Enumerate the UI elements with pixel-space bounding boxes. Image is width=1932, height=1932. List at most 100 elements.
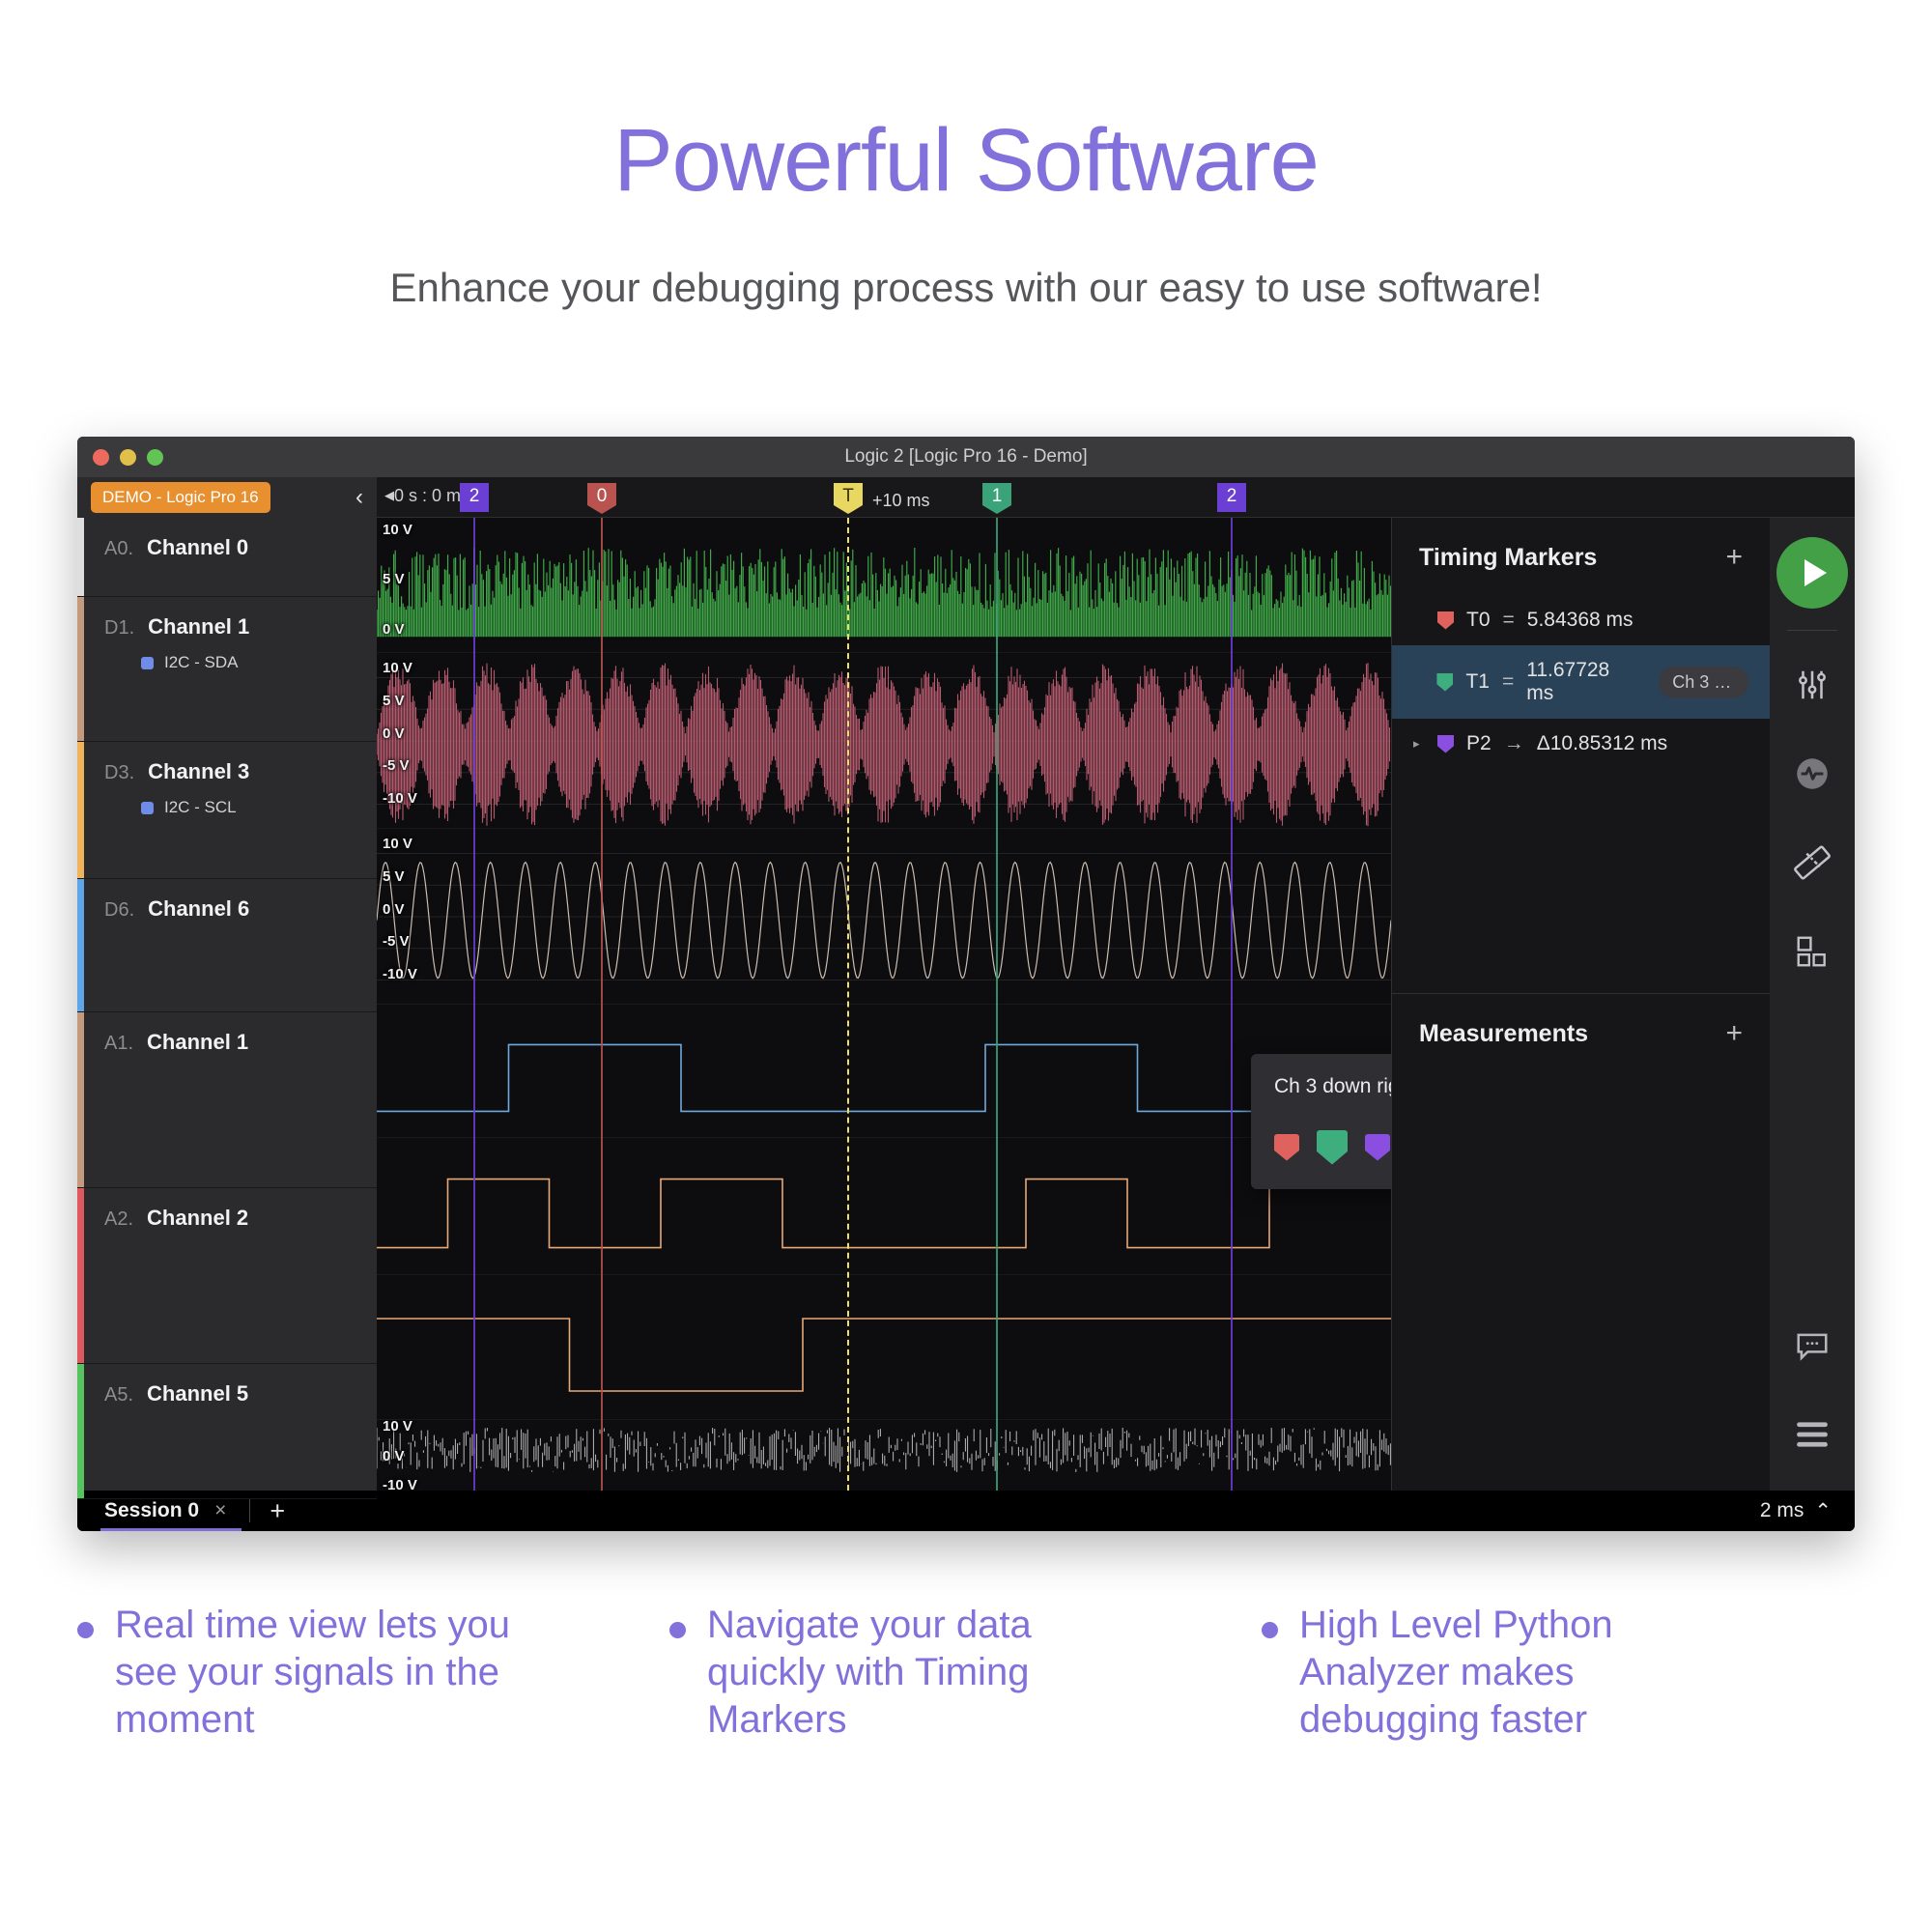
channel-row-6[interactable]: A5. Channel 5 [77, 1364, 377, 1499]
annotation-tooltip[interactable]: Ch 3 down right after trigger! [1251, 1054, 1391, 1189]
marker-note-chip[interactable]: Ch 3 d... [1659, 666, 1748, 698]
channel-row-1[interactable]: D1. Channel 1 I2C - SDA [77, 597, 377, 742]
annotation-text: Ch 3 down right after trigger! [1274, 1075, 1391, 1097]
add-measurement-button[interactable]: + [1725, 1019, 1743, 1048]
waveform-lane-6[interactable]: 10 V 5 V 0 V [377, 518, 1391, 653]
channel-name: Channel 1 [147, 1030, 249, 1054]
toolbar-row: DEMO - Logic Pro 16 ‹ ◀0 s : 0 ms +10 ms… [77, 477, 1855, 518]
timing-marker-row-p2[interactable]: ▸ P2 → Δ10.85312 ms [1392, 719, 1770, 769]
swatch-green[interactable] [1317, 1129, 1348, 1165]
timing-marker-list[interactable]: T0 = 5.84368 ms T1 = 11.67728 ms Ch 3 d... ▸ P2 →… [1392, 595, 1770, 769]
maximize-window-button[interactable] [147, 449, 163, 466]
demo-badge[interactable]: DEMO - Logic Pro 16 [91, 482, 270, 513]
channel-row-0[interactable]: A0. Channel 0 [77, 518, 377, 597]
right-panel: Timing Markers + T0 = 5.84368 ms T1 = 11.6772… [1391, 518, 1770, 1491]
ruler-marker-0-1[interactable]: 0 [587, 483, 616, 514]
channel-row-2[interactable]: D3. Channel 3 I2C - SCL [77, 742, 377, 879]
cursor-line-1-3[interactable] [996, 518, 998, 1491]
pulse-icon[interactable] [1781, 743, 1843, 805]
comment-icon[interactable] [1781, 1315, 1843, 1377]
channel-color-stripe [77, 1188, 84, 1363]
voltage-tick-label: -10 V [383, 1477, 417, 1491]
swatch-red[interactable] [1274, 1133, 1299, 1161]
channel-row-5[interactable]: A2. Channel 2 [77, 1188, 377, 1364]
channel-name: Channel 1 [148, 614, 250, 639]
waveform-lane-2[interactable] [377, 1138, 1391, 1275]
menu-icon[interactable] [1781, 1404, 1843, 1465]
list-item: Real time view lets you see your signals… [77, 1602, 669, 1743]
cursor-line-0-1[interactable] [601, 518, 603, 1491]
window-controls[interactable] [93, 449, 163, 466]
waveform-lane-4[interactable]: 10 V 5 V 0 V -5 V -10 V [377, 829, 1391, 1005]
ruler-time-label: ◀0 s : 0 ms [384, 486, 470, 505]
close-window-button[interactable] [93, 449, 109, 466]
close-session-icon[interactable]: × [214, 1499, 226, 1522]
marker-shield-icon [1437, 611, 1454, 630]
chevron-up-icon[interactable]: ⌃ [1814, 1499, 1832, 1523]
channel-id: A5. [104, 1384, 134, 1406]
minimize-window-button[interactable] [120, 449, 136, 466]
ruler-marker-t-2[interactable]: T [834, 483, 863, 514]
zoom-control[interactable]: 2 ms ⌃ [1760, 1499, 1832, 1523]
timing-marker-row-t1[interactable]: T1 = 11.67728 ms Ch 3 d... [1392, 645, 1770, 719]
marker-value: 5.84368 ms [1526, 609, 1634, 631]
waveform-lane-3[interactable] [377, 1005, 1391, 1138]
cursor-line-2-0[interactable] [473, 518, 475, 1491]
ruler-marker-1-3[interactable]: 1 [982, 483, 1011, 514]
channel-color-stripe [77, 1012, 84, 1187]
add-session-button[interactable]: + [270, 1497, 285, 1524]
voltage-tick-label: 0 V [383, 900, 405, 918]
marker-name: P2 [1466, 732, 1492, 754]
expand-caret-icon[interactable]: ▸ [1413, 736, 1425, 752]
voltage-tick-label: -10 V [383, 966, 417, 983]
voltage-tick-label: 0 V [383, 621, 405, 639]
channel-row-3[interactable]: D6. Channel 6 [77, 879, 377, 1012]
voltage-tick-label: 0 V [383, 724, 405, 742]
add-timing-marker-button[interactable]: + [1725, 543, 1743, 572]
marker-operator: = [1502, 609, 1515, 631]
swatch-purple[interactable] [1365, 1133, 1390, 1161]
timing-marker-row-t0[interactable]: T0 = 5.84368 ms [1392, 595, 1770, 645]
marker-value: Δ10.85312 ms [1536, 732, 1668, 754]
cursor-line-2-4[interactable] [1231, 518, 1233, 1491]
session-tab-label: Session 0 [104, 1499, 200, 1521]
list-item: High Level Python Analyzer makes debuggi… [1262, 1602, 1854, 1743]
chevron-left-icon[interactable]: ‹ [355, 486, 363, 509]
time-ruler[interactable]: ◀0 s : 0 ms +10 ms 2 0 T 1 2 [377, 477, 1855, 518]
analyzer-dot-icon [141, 656, 154, 669]
cursor-line-t-2[interactable] [847, 518, 849, 1491]
window-titlebar: Logic 2 [Logic Pro 16 - Demo] [77, 437, 1855, 477]
channel-analyzer[interactable]: I2C - SDA [141, 653, 377, 672]
bullet-dot-icon [1262, 1622, 1278, 1638]
ruler-icon[interactable] [1781, 832, 1843, 894]
channel-id: A1. [104, 1033, 134, 1054]
analyzer-label: I2C - SDA [164, 653, 239, 671]
right-icon-rail [1770, 518, 1855, 1491]
channel-row-4[interactable]: A1. Channel 1 [77, 1012, 377, 1188]
play-icon[interactable] [1776, 537, 1848, 609]
waveform-lane-0[interactable]: 10 V 0 V -10 V [377, 1420, 1391, 1491]
waveform-graph[interactable]: 10 V 5 V 0 V 10 V 5 V 0 V -5 V -10 V 10 V 5 V 0 V -… [377, 518, 1391, 1491]
channel-color-stripe [77, 597, 84, 741]
session-tab[interactable]: Session 0 × [100, 1491, 242, 1531]
channel-analyzer[interactable]: I2C - SCL [141, 798, 377, 817]
ruler-marker-2-0[interactable]: 2 [460, 483, 489, 512]
sliders-icon[interactable] [1781, 654, 1843, 716]
hero-section: Powerful Software Enhance your debugging… [0, 0, 1932, 311]
blocks-icon[interactable] [1781, 921, 1843, 982]
voltage-axis: 10 V 0 V -10 V [383, 1420, 435, 1491]
toolbar-left: DEMO - Logic Pro 16 ‹ [77, 477, 377, 518]
ruler-marker-2-4[interactable]: 2 [1217, 483, 1246, 512]
marker-name: T1 [1465, 670, 1490, 693]
marker-operator: → [1503, 732, 1524, 754]
voltage-tick-label: -5 V [383, 757, 410, 775]
marker-value: 11.67728 ms [1526, 659, 1610, 704]
waveform-lane-1[interactable] [377, 1275, 1391, 1420]
measurements-header: Measurements + [1392, 994, 1770, 1071]
channel-list[interactable]: A0. Channel 0 D1. Channel 1 I2C - SDA D3. Chan… [77, 518, 377, 1499]
channel-name: Channel 0 [147, 535, 249, 559]
marker-operator: = [1501, 670, 1515, 693]
waveform-lane-5[interactable]: 10 V 5 V 0 V -5 V -10 V [377, 653, 1391, 829]
voltage-tick-label: 5 V [383, 693, 405, 710]
annotation-color-row[interactable] [1274, 1129, 1391, 1165]
